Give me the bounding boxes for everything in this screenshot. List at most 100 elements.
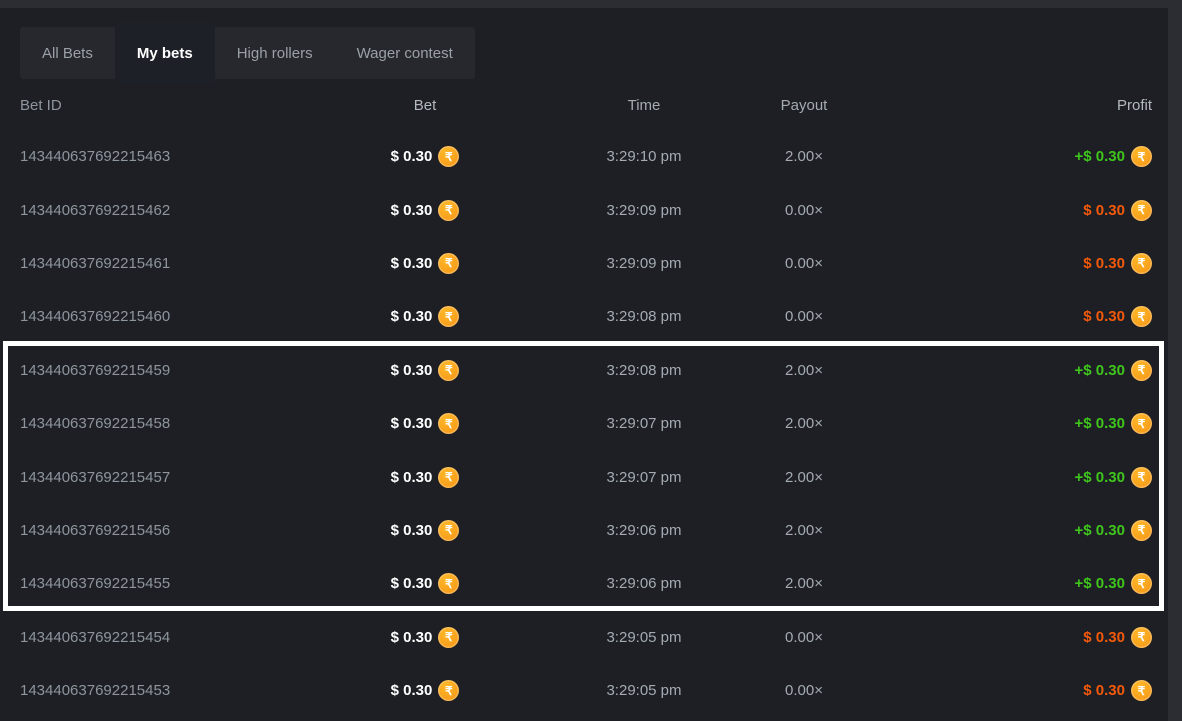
rupee-coin-icon: ₹ [438, 253, 459, 274]
table-row[interactable]: 143440637692215458$ 0.30₹3:29:07 pm2.00×… [0, 397, 1168, 450]
bet-id-cell: 143440637692215461 [20, 255, 270, 272]
profit-amount: +$ 0.30 [1075, 469, 1125, 486]
time-cell: 3:29:07 pm [580, 469, 708, 486]
rupee-coin-icon: ₹ [438, 146, 459, 167]
bet-id-cell: 143440637692215462 [20, 202, 270, 219]
bet-amount-group: $ 0.30₹ [391, 573, 460, 594]
bet-amount-group: $ 0.30₹ [391, 413, 460, 434]
bet-cell: $ 0.30₹ [270, 467, 580, 488]
header-bet: Bet [270, 97, 580, 114]
profit-cell: $ 0.30 ₹ [900, 627, 1152, 648]
rupee-coin-icon: ₹ [1131, 520, 1152, 541]
bet-cell: $ 0.30₹ [270, 520, 580, 541]
time-cell: 3:29:08 pm [580, 362, 708, 379]
time-cell: 3:29:10 pm [580, 148, 708, 165]
rupee-coin-icon: ₹ [1131, 360, 1152, 381]
bet-amount: $ 0.30 [391, 202, 433, 219]
profit-amount-group: +$ 0.30 ₹ [1075, 520, 1152, 541]
rupee-coin-icon: ₹ [438, 627, 459, 648]
bet-amount-group: $ 0.30₹ [391, 467, 460, 488]
bet-amount-group: $ 0.30₹ [391, 146, 460, 167]
bet-amount: $ 0.30 [391, 255, 433, 272]
time-cell: 3:29:07 pm [580, 415, 708, 432]
profit-cell: $ 0.30 ₹ [900, 200, 1152, 221]
profit-amount-group: $ 0.30₹ [1083, 680, 1152, 701]
rupee-coin-icon: ₹ [1131, 146, 1152, 167]
bet-amount-group: $ 0.30 ₹ [391, 253, 460, 274]
time-cell: 3:29:06 pm [580, 575, 708, 592]
bet-id-cell: 143440637692215455 [20, 575, 270, 592]
time-cell: 3:29:09 pm [580, 255, 708, 272]
rupee-coin-icon: ₹ [438, 360, 459, 381]
table-row[interactable]: 143440637692215460$ 0.30₹3:29:08 pm0.00×… [0, 290, 1168, 343]
bet-amount-group: $ 0.30₹ [391, 200, 460, 221]
bet-cell: $ 0.30 ₹ [270, 253, 580, 274]
time-cell: 3:29:06 pm [580, 522, 708, 539]
table-row[interactable]: 143440637692215455$ 0.30₹3:29:06 pm2.00×… [0, 557, 1168, 610]
bet-amount: $ 0.30 [391, 308, 433, 325]
profit-amount-group: $ 0.30 ₹ [1083, 200, 1152, 221]
table-row[interactable]: 143440637692215463$ 0.30₹3:29:10 pm2.00×… [0, 130, 1168, 183]
bet-amount-group: $ 0.30₹ [391, 627, 460, 648]
header-time: Time [580, 97, 708, 114]
payout-cell: 2.00× [708, 522, 900, 539]
bet-amount: $ 0.30 [391, 682, 433, 699]
bets-tab-bar: All Bets My bets High rollers Wager cont… [20, 27, 475, 79]
rupee-coin-icon: ₹ [1131, 573, 1152, 594]
profit-cell: +$ 0.30 ₹ [900, 573, 1152, 594]
profit-amount: $ 0.30 [1083, 202, 1125, 219]
bet-cell: $ 0.30₹ [270, 200, 580, 221]
profit-amount-group: $ 0.30₹ [1083, 306, 1152, 327]
payout-cell: 2.00× [708, 469, 900, 486]
bet-amount-group: $ 0.30 ₹ [391, 360, 460, 381]
table-row[interactable]: 143440637692215453$ 0.30₹3:29:05 pm0.00×… [0, 664, 1168, 717]
profit-amount-group: +$ 0.30 ₹ [1075, 146, 1152, 167]
rupee-coin-icon: ₹ [1131, 306, 1152, 327]
table-row[interactable]: 143440637692215456$ 0.30₹3:29:06 pm2.00×… [0, 504, 1168, 557]
tab-high-rollers[interactable]: High rollers [215, 27, 335, 79]
bet-amount-group: $ 0.30₹ [391, 306, 460, 327]
rupee-coin-icon: ₹ [438, 467, 459, 488]
payout-cell: 0.00× [708, 255, 900, 272]
profit-cell: +$ 0.30₹ [900, 360, 1152, 381]
profit-amount: +$ 0.30 [1075, 415, 1125, 432]
bet-cell: $ 0.30₹ [270, 146, 580, 167]
header-bet-id: Bet ID [20, 97, 270, 114]
table-row[interactable]: 143440637692215454$ 0.30₹3:29:05 pm0.00×… [0, 611, 1168, 664]
rupee-coin-icon: ₹ [438, 413, 459, 434]
bet-cell: $ 0.30₹ [270, 680, 580, 701]
tab-wager-contest[interactable]: Wager contest [335, 27, 475, 79]
profit-amount: +$ 0.30 [1075, 575, 1125, 592]
table-row[interactable]: 143440637692215457$ 0.30₹3:29:07 pm2.00×… [0, 450, 1168, 503]
profit-amount: +$ 0.30 [1075, 148, 1125, 165]
table-header-row: Bet ID Bet Time Payout Profit [0, 96, 1168, 114]
time-cell: 3:29:08 pm [580, 308, 708, 325]
header-payout: Payout [708, 97, 900, 114]
table-row[interactable]: 143440637692215462$ 0.30₹3:29:09 pm0.00×… [0, 183, 1168, 236]
table-row[interactable]: 143440637692215461 $ 0.30 ₹3:29:09 pm0.00×… [0, 237, 1168, 290]
bets-panel: All Bets My bets High rollers Wager cont… [0, 8, 1168, 721]
table-row[interactable]: 143440637692215459$ 0.30₹3:29:08 pm2.00×… [0, 344, 1168, 397]
bet-amount-group: $ 0.30₹ [391, 520, 460, 541]
rupee-coin-icon: ₹ [438, 520, 459, 541]
bet-id-cell: 143440637692215458 [20, 415, 270, 432]
bet-amount: $ 0.30 [391, 575, 433, 592]
bet-amount: $ 0.30 [391, 362, 433, 379]
bet-cell: $ 0.30₹ [270, 413, 580, 434]
bet-cell: $ 0.30₹ [270, 627, 580, 648]
time-cell: 3:29:05 pm [580, 629, 708, 646]
payout-cell: 0.00× [708, 202, 900, 219]
rupee-coin-icon: ₹ [1131, 200, 1152, 221]
bet-id-cell: 143440637692215463 [20, 148, 270, 165]
profit-cell: $ 0.30₹ [900, 680, 1152, 701]
rupee-coin-icon: ₹ [1131, 627, 1152, 648]
profit-cell: +$ 0.30 ₹ [900, 467, 1152, 488]
rupee-coin-icon: ₹ [1131, 467, 1152, 488]
bet-id-cell: 143440637692215454 [20, 629, 270, 646]
profit-amount: $ 0.30 [1083, 629, 1125, 646]
tab-my-bets[interactable]: My bets [115, 22, 215, 84]
profit-amount: +$ 0.30 [1075, 522, 1125, 539]
rupee-coin-icon: ₹ [1131, 680, 1152, 701]
bet-cell: $ 0.30 ₹ [270, 360, 580, 381]
tab-all-bets[interactable]: All Bets [20, 27, 115, 79]
